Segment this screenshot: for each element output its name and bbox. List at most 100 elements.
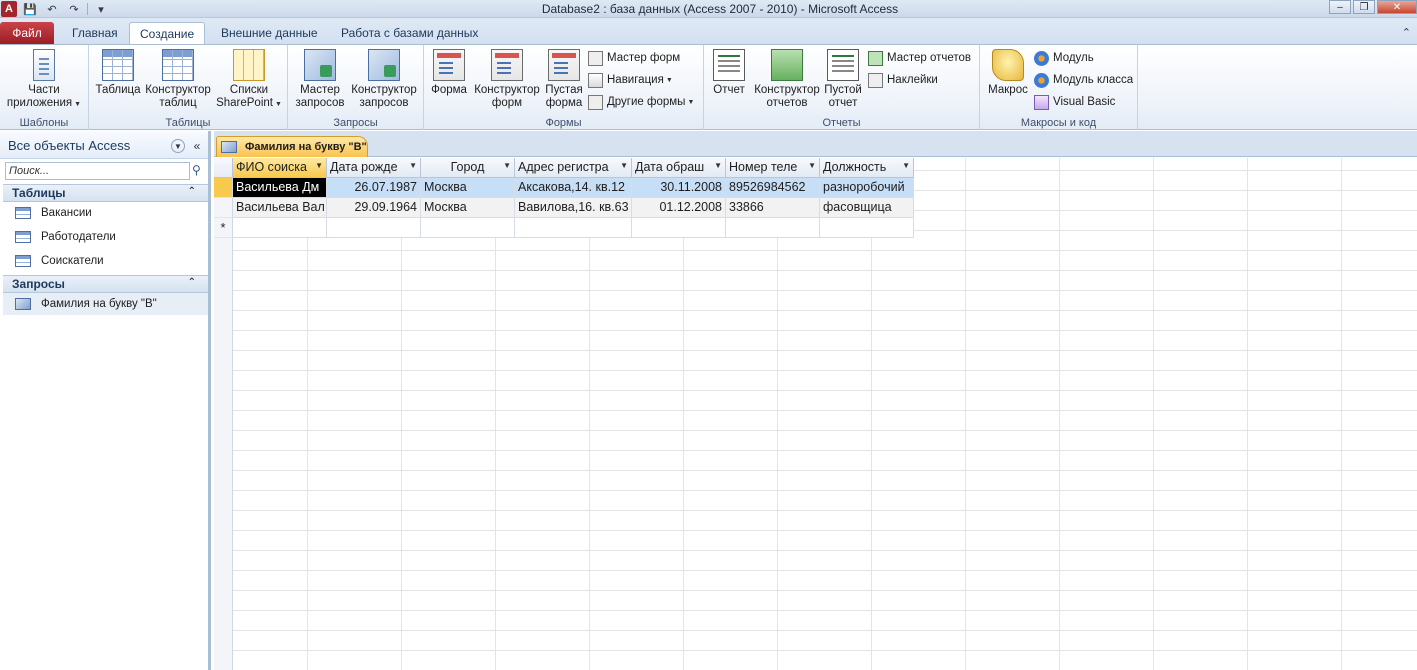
nav-item-query[interactable]: Фамилия на букву "В" [3,293,208,315]
chevron-up-icon[interactable]: ⌃ [188,186,196,197]
report-button[interactable]: Отчет [710,49,748,97]
form-wizard-button[interactable]: Мастер форм [588,49,680,67]
blank-report-label: Пустой отчет [824,84,862,109]
table-cell[interactable] [421,218,515,238]
nav-group-queries[interactable]: Запросы ⌃ [3,275,208,293]
table-cell[interactable]: Васильева Вал [233,198,327,218]
close-icon[interactable]: ✕ [1377,0,1417,14]
more-forms-label: Другие формы [607,96,686,108]
table-button[interactable]: Таблица [93,49,143,97]
chevron-down-icon[interactable]: ▼ [902,161,910,170]
query-wizard-button[interactable]: Мастер запросов [294,49,346,110]
search-icon[interactable]: ⚲ [192,163,206,177]
report-design-button[interactable]: Конструктор отчетов [751,49,823,110]
tab-external-data[interactable]: Внешние данные [211,22,328,44]
form-design-button[interactable]: Конструктор форм [472,49,542,110]
nav-item-table[interactable]: Вакансии [3,202,208,224]
macro-label: Макрос [988,84,1028,96]
tab-file[interactable]: Файл [0,22,54,44]
table-cell[interactable]: 30.11.2008 [632,178,726,198]
chevron-down-icon[interactable]: ▼ [808,161,816,170]
nav-group-tables[interactable]: Таблицы ⌃ [3,184,208,202]
new-record-row[interactable]: * [214,218,914,238]
column-header-label: ФИО соиска [236,160,307,174]
chevron-down-icon[interactable]: ▼ [409,161,417,170]
table-cell[interactable]: Аксакова,14. кв.12 [515,178,632,198]
table-cell[interactable] [632,218,726,238]
column-header[interactable]: Адрес регистра ▼ [515,158,632,178]
navigation-button[interactable]: Навигация ▼ [588,71,673,89]
collapse-pane-icon[interactable]: « [190,139,204,153]
select-all-corner[interactable] [214,158,233,178]
table-cell[interactable]: Вавилова,16. кв.63 [515,198,632,218]
datasheet-grid: ФИО соиска ▼ Дата рожде ▼ Город ▼ Адрес рег… [214,158,1417,670]
class-module-button[interactable]: Модуль класса [1034,71,1133,89]
group-label-macros: Макросы и код [1020,117,1097,129]
table-cell[interactable] [233,218,327,238]
table-cell[interactable]: Москва [421,178,515,198]
ribbon-collapse-icon[interactable]: ⌃ [1402,26,1411,39]
nav-group-tables-label: Таблицы [12,186,66,200]
table-cell[interactable] [327,218,421,238]
table-cell[interactable]: Москва [421,198,515,218]
visual-basic-button[interactable]: Visual Basic [1034,93,1115,111]
column-header[interactable]: Дата рожде ▼ [327,158,421,178]
new-record-selector[interactable]: * [214,218,233,238]
column-header[interactable]: Должность ▼ [820,158,914,178]
document-tab[interactable]: Фамилия на букву "В" [216,136,368,157]
form-button[interactable]: Форма [428,49,470,97]
table-cell[interactable]: 29.09.1964 [327,198,421,218]
column-header[interactable]: ФИО соиска ▼ [233,158,327,178]
chevron-down-icon[interactable]: ▼ [620,161,628,170]
chevron-down-icon[interactable]: ▼ [315,161,323,170]
macro-button[interactable]: Макрос [984,49,1032,97]
blank-form-button[interactable]: Пустая форма [543,49,585,110]
form-wizard-label: Мастер форм [607,52,681,64]
blank-report-button[interactable]: Пустой отчет [824,49,862,110]
table-cell[interactable]: 26.07.1987 [327,178,421,198]
table-cell[interactable] [820,218,914,238]
table-design-button[interactable]: Конструктор таблиц [143,49,213,110]
table-cell[interactable]: разноробочий [820,178,914,198]
chevron-down-icon[interactable]: ▼ [171,139,185,153]
more-forms-button[interactable]: Другие формы ▼ [588,93,694,111]
column-header-label: Город [450,160,485,174]
minimize-icon[interactable]: – [1329,0,1351,14]
table-cell[interactable] [515,218,632,238]
module-icon [1034,50,1049,66]
chevron-down-icon[interactable]: ▼ [714,161,722,170]
column-header[interactable]: Номер теле ▼ [726,158,820,178]
nav-item-table[interactable]: Соискатели [3,250,208,272]
table-row[interactable]: Васильева Дм 26.07.1987 Москва Аксакова,… [214,178,914,198]
report-wizard-button[interactable]: Мастер отчетов [868,49,971,67]
tab-database-tools[interactable]: Работа с базами данных [331,22,488,44]
chevron-up-icon[interactable]: ⌃ [188,277,196,288]
app-parts-button[interactable]: Части приложения ▼ [4,49,84,111]
query-design-button[interactable]: Конструктор запросов [348,49,420,110]
nav-pane-header[interactable]: Все объекты Access ▼ « [0,131,208,159]
table-cell[interactable]: Васильева Дм [233,178,327,198]
report-design-label: Конструктор отчетов [754,84,820,109]
tab-create[interactable]: Создание [129,22,206,45]
record-selector[interactable] [214,178,233,198]
module-button[interactable]: Модуль [1034,49,1094,67]
table-cell[interactable]: фасовщица [820,198,914,218]
table-cell[interactable]: 01.12.2008 [632,198,726,218]
table-cell[interactable]: 89526984562 [726,178,820,198]
table-cell[interactable] [726,218,820,238]
restore-icon[interactable]: ❐ [1353,0,1375,14]
column-header-label: Дата рожде [330,160,398,174]
labels-icon [868,72,883,88]
sharepoint-lists-button[interactable]: Списки SharePoint ▼ [214,49,284,111]
nav-item-table[interactable]: Работодатели [3,226,208,248]
chevron-down-icon[interactable]: ▼ [503,161,511,170]
table-cell[interactable]: 33866 [726,198,820,218]
column-header[interactable]: Дата обраш ▼ [632,158,726,178]
tab-home[interactable]: Главная [62,22,128,44]
record-selector[interactable] [214,198,233,218]
column-header[interactable]: Город ▼ [421,158,515,178]
labels-button[interactable]: Наклейки [868,71,938,89]
nav-search-input[interactable]: Поиск... [5,162,190,180]
table-label: Таблица [95,84,141,96]
table-row[interactable]: Васильева Вал 29.09.1964 Москва Вавилова… [214,198,914,218]
